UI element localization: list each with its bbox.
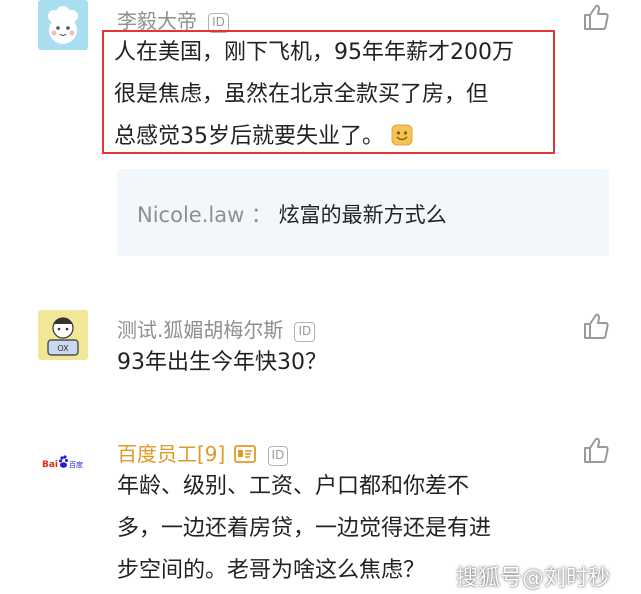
comment-line: 93年出生今年快30？ [117,350,327,375]
cartoon-avatar-icon: OX [38,310,88,360]
comment-line: 年龄、级别、工资、户口都和你差不 [117,474,470,499]
thumbs-up-icon[interactable] [582,3,610,31]
avatar[interactable]: OX [38,310,88,360]
sheep-avatar-icon [38,0,88,50]
thumbs-up-icon[interactable] [582,436,610,464]
thumbs-up-icon[interactable] [582,312,610,340]
smile-emoji-icon [391,124,413,146]
watermark: 搜狐号@刘时秒 [456,566,611,591]
id-badge: ID [294,322,316,342]
reply-box[interactable]: Nicole.law ： 炫富的最新方式么 [117,169,609,256]
comment-line-row: 总感觉35岁后就要失业了。 [114,116,564,158]
comment-line: 人在美国，刚下飞机，95年年薪才200万 [114,40,514,65]
username[interactable]: 测试.狐媚胡梅尔斯 [117,318,283,342]
verified-badge-icon [234,445,257,463]
logo-text-baidu: 百度 [69,460,83,469]
comment-line: 多，一边还着房贷，一边觉得还是有进 [117,516,492,541]
reply-author[interactable]: Nicole.law [137,203,244,227]
comment-text: 93年出生今年快30？ [117,342,327,384]
comment-header: 百度员工[9] ID [117,438,289,467]
reply-row: Nicole.law ： 炫富的最新方式么 [137,199,447,229]
avatar[interactable]: Bai 百度 [38,437,88,487]
comment-line: 总感觉35岁后就要失业了。 [114,124,384,149]
reply-separator: ： [250,203,272,227]
comment-text: 人在美国，刚下飞机，95年年薪才200万 很是焦虑，虽然在北京全款买了房，但 总… [114,32,564,158]
svg-text:OX: OX [57,344,69,353]
comment-header: 测试.狐媚胡梅尔斯 ID [117,314,316,343]
username[interactable]: 百度员工[9] [117,442,225,466]
logo-text-bai: Bai [42,460,58,470]
avatar[interactable] [38,0,88,50]
id-badge: ID [267,446,289,466]
reply-text: 炫富的最新方式么 [278,203,447,227]
baidu-logo-icon: Bai 百度 [38,437,88,487]
comment-line: 很是焦虑，虽然在北京全款买了房，但 [114,82,489,107]
